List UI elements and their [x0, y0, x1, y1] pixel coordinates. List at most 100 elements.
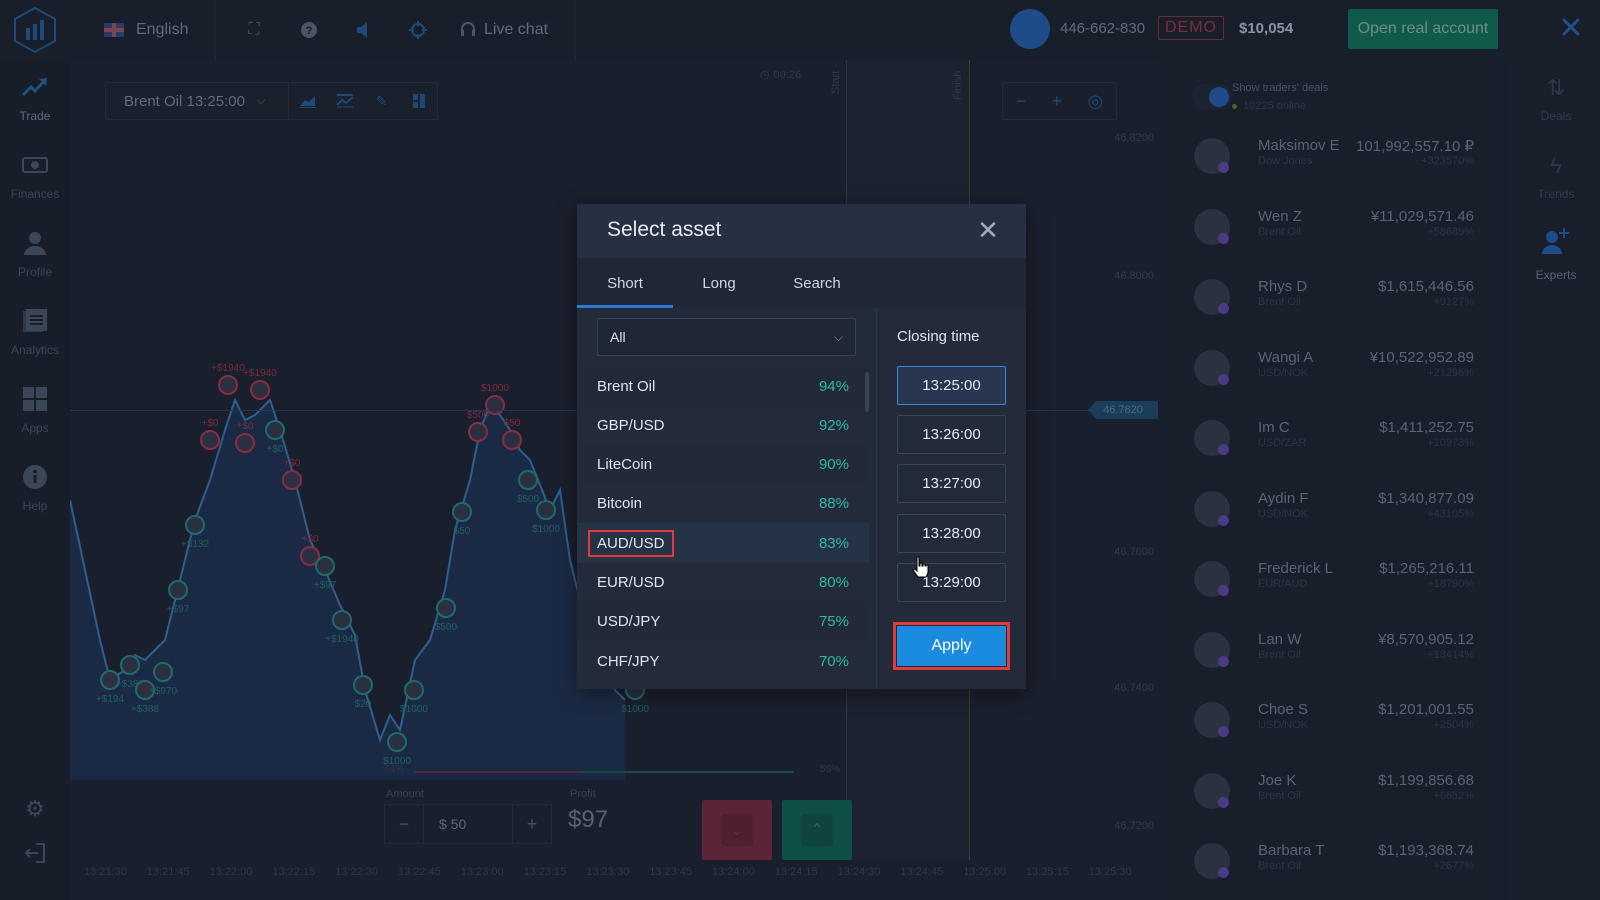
trader-row[interactable]: Maksimov E Dow Jones 101,992,557.10 ₽ +3235… [1160, 122, 1490, 192]
increase-amount-button[interactable]: + [513, 804, 551, 844]
deal-marker[interactable] [153, 662, 173, 682]
deal-marker[interactable] [235, 433, 255, 453]
trader-name: Rhys D [1258, 278, 1308, 295]
sidebar-item-help[interactable]: Help [0, 450, 70, 528]
sidebar-item-analytics[interactable]: Analytics [0, 294, 70, 372]
closing-time-option[interactable]: 13:27:00 [897, 464, 1006, 504]
analytics-icon [21, 309, 49, 333]
show-deals-label: Show traders' deals [1232, 82, 1329, 94]
deal-marker[interactable] [265, 420, 285, 440]
deal-marker[interactable] [282, 470, 302, 490]
closing-time-option[interactable]: 13:26:00 [897, 415, 1006, 455]
indicators-icon[interactable] [326, 82, 363, 120]
live-chat-button[interactable]: Live chat [460, 0, 548, 60]
asset-row[interactable]: USD/JPY 75% [577, 601, 869, 642]
chevron-down-icon: ⌵ [256, 94, 266, 107]
price-area [70, 400, 625, 780]
target-icon[interactable] [406, 18, 430, 42]
trader-asset: Brent Oil [1258, 789, 1301, 802]
top-bar: English ⛶ ? Live chat 446-662-830 DEMO $… [0, 0, 1600, 60]
language-selector[interactable]: English [104, 0, 188, 60]
trader-percent: +2677% [1433, 860, 1474, 872]
zoom-in-icon[interactable]: + [1052, 91, 1063, 112]
open-real-account-button[interactable]: Open real account [1348, 9, 1498, 49]
decrease-amount-button[interactable]: − [385, 804, 423, 844]
rightbar-item-trends[interactable]: ϟ Trends [1511, 138, 1600, 216]
amount-input[interactable]: $ 50 [423, 804, 513, 844]
asset-list-scrollbar[interactable] [865, 372, 869, 412]
asset-name: Bitcoin [597, 495, 643, 513]
asset-row[interactable]: EUR/USD 80% [577, 563, 869, 603]
logout-icon[interactable] [22, 840, 48, 866]
fullscreen-icon[interactable]: ⛶ [242, 18, 266, 42]
trader-row[interactable]: Frederick L EUR/AUD $1,265,216.11 +18790% [1160, 545, 1490, 615]
asset-selector[interactable]: Brent Oil 13:25:00 ⌵ [106, 93, 288, 110]
deal-marker[interactable] [404, 680, 424, 700]
zoom-out-icon[interactable]: − [1016, 91, 1027, 112]
rightbar-item-experts[interactable]: Experts [1511, 216, 1600, 294]
trader-row[interactable]: Wangi A USD/NOK ¥10,522,952.89 +21296% [1160, 334, 1490, 404]
close-icon[interactable]: ✕ [976, 217, 1000, 243]
sound-icon[interactable] [352, 18, 376, 42]
sidebar-item-apps[interactable]: Apps [0, 372, 70, 450]
category-filter-select[interactable]: All ⌵ [597, 318, 856, 356]
asset-name: CHF/JPY [597, 652, 660, 670]
drawing-pencil-icon[interactable]: ✎ [363, 82, 400, 120]
asset-row[interactable]: GBP/USD 92% [577, 405, 869, 445]
rightbar-item-deals[interactable]: ⇅ Deals [1511, 60, 1600, 138]
tab-search[interactable]: Search [765, 258, 869, 308]
logo-icon[interactable] [12, 6, 58, 54]
closing-time-option[interactable]: 13:28:00 [897, 513, 1006, 553]
deal-marker[interactable] [250, 380, 270, 400]
trade-down-button[interactable]: ⌄ [702, 800, 772, 860]
deal-marker[interactable] [218, 375, 238, 395]
deal-marker[interactable] [120, 655, 140, 675]
deal-marker[interactable] [332, 610, 352, 630]
chart-type-icon[interactable] [289, 82, 326, 120]
demo-badge[interactable]: DEMO [1158, 16, 1224, 40]
trade-up-button[interactable]: ⌃ [782, 800, 852, 860]
closing-time-option[interactable]: 13:25:00 [897, 366, 1006, 405]
asset-row[interactable]: LiteCoin 90% [577, 444, 869, 485]
deal-marker[interactable] [518, 470, 538, 490]
asset-row[interactable]: Brent Oil 94% [577, 366, 869, 406]
sidebar-item-trade[interactable]: Trade [0, 60, 70, 138]
deal-marker[interactable] [168, 580, 188, 600]
trader-row[interactable]: Joe K Brent Oil $1,199,856.68 +6652% [1160, 757, 1490, 827]
trader-row[interactable]: Lan W Brent Oil ¥8,570,905.12 +18414% [1160, 616, 1490, 686]
deal-marker[interactable] [353, 675, 373, 695]
deal-marker[interactable] [387, 732, 407, 752]
settings-icon[interactable]: ⚙ [22, 796, 48, 822]
sidebar-item-profile[interactable]: Profile [0, 216, 70, 294]
deal-marker[interactable] [436, 598, 456, 618]
trader-row[interactable]: Choe S USD/NOK $1,201,001.55 +2504% [1160, 686, 1490, 756]
tab-long[interactable]: Long [673, 258, 765, 308]
asset-payout: 80% [818, 574, 849, 591]
asset-row[interactable]: Bitcoin 88% [577, 484, 869, 524]
deal-marker[interactable] [185, 515, 205, 535]
layout-icon[interactable] [400, 82, 437, 120]
deal-marker[interactable] [200, 430, 220, 450]
deal-marker[interactable] [315, 556, 335, 576]
tab-short[interactable]: Short [577, 258, 673, 308]
trader-row[interactable]: Wen Z Brent Oil ¥11,029,571.46 +58689% [1160, 193, 1490, 263]
sidebar-item-finances[interactable]: Finances [0, 138, 70, 216]
help-icon[interactable]: ? [297, 18, 321, 42]
deal-marker[interactable] [536, 500, 556, 520]
close-icon[interactable]: ✕ [1556, 14, 1586, 44]
deal-marker[interactable] [452, 502, 472, 522]
trader-row[interactable]: Aydin F USD/NOK $1,340,877.09 +43105% [1160, 475, 1490, 545]
trader-row[interactable]: Barbara T Brent Oil $1,193,368.74 +2677% [1160, 827, 1490, 897]
trader-row[interactable]: Im C USD/ZAR $1,411,252.75 +10973% [1160, 404, 1490, 474]
account-avatar[interactable] [1010, 9, 1050, 49]
asset-row[interactable]: CHF/JPY 70% [577, 641, 869, 681]
online-dot-icon [1232, 103, 1237, 109]
trader-row[interactable]: Rhys D Brent Oil $1,615,446.56 +9127% [1160, 263, 1490, 333]
sidebar-label: Finances [10, 187, 60, 201]
deal-marker[interactable] [468, 422, 488, 442]
recenter-icon[interactable]: ◎ [1088, 91, 1104, 112]
asset-row[interactable]: AUD/USD 83% [577, 523, 869, 564]
show-deals-toggle[interactable] [1192, 84, 1232, 110]
deal-marker[interactable] [502, 430, 522, 450]
apply-button[interactable]: Apply [893, 622, 1010, 670]
